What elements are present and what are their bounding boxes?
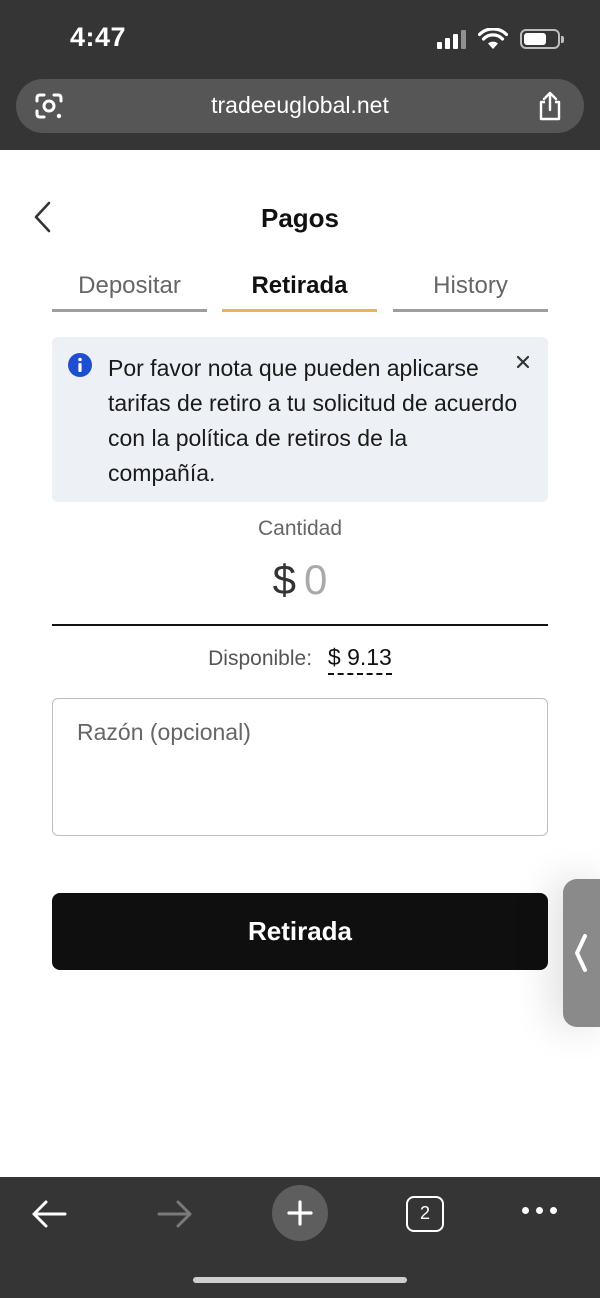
browser-top-bar: 4:47 tradeeuglobal.net [0, 0, 600, 150]
home-indicator [193, 1277, 407, 1283]
wifi-icon [478, 28, 508, 49]
available-balance: Disponible: $ 9.13 [0, 644, 600, 675]
back-arrow-icon[interactable] [30, 1199, 68, 1229]
amount-input[interactable]: $0 [0, 556, 600, 604]
battery-icon [520, 29, 564, 49]
reason-field[interactable] [52, 698, 548, 836]
withdrawal-fee-notice: Por favor nota que pueden aplicarse tari… [52, 337, 548, 502]
currency-symbol: $ [272, 556, 296, 603]
new-tab-button[interactable] [272, 1185, 328, 1241]
plus-icon [287, 1200, 313, 1226]
payment-tabs: Depositar Retirada History [52, 272, 548, 314]
info-icon [68, 353, 92, 377]
withdraw-button[interactable]: Retirada [52, 893, 548, 970]
url-text[interactable]: tradeeuglobal.net [16, 92, 584, 119]
close-icon[interactable] [516, 355, 530, 369]
chevron-left-icon [575, 934, 587, 972]
tab-history[interactable]: History [393, 272, 548, 312]
available-value[interactable]: $ 9.13 [327, 644, 392, 675]
tabs-icon[interactable]: 2 [406, 1196, 444, 1232]
address-bar[interactable]: tradeeuglobal.net [16, 79, 584, 133]
status-icons [437, 28, 564, 50]
signal-icon [437, 29, 466, 49]
share-icon[interactable] [536, 91, 564, 121]
notice-text: Por favor nota que pueden aplicarse tari… [108, 355, 518, 486]
amount-value[interactable]: 0 [304, 556, 327, 603]
tab-retirada[interactable]: Retirada [222, 272, 377, 312]
amount-underline [52, 624, 548, 626]
status-time: 4:47 [70, 22, 127, 52]
page-title: Pagos [260, 203, 340, 233]
tab-depositar[interactable]: Depositar [52, 272, 207, 312]
side-panel-handle[interactable] [563, 879, 600, 1027]
available-label: Disponible: [208, 647, 313, 670]
browser-bottom-toolbar: 2 [0, 1177, 600, 1298]
forward-arrow-icon[interactable] [156, 1199, 194, 1229]
amount-label: Cantidad [257, 517, 343, 540]
more-icon[interactable] [522, 1207, 557, 1214]
